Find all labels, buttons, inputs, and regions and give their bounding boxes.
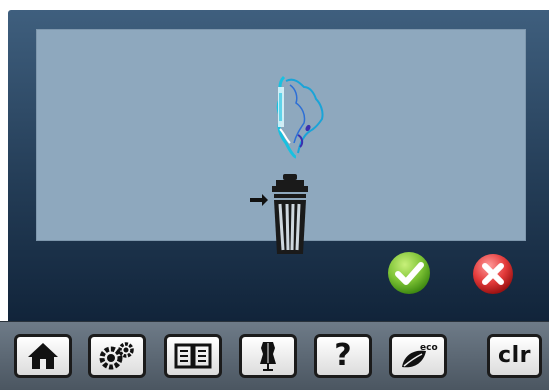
eco-button[interactable]: eco <box>389 334 447 378</box>
eco-leaf-icon: eco <box>402 343 438 368</box>
checkmark-icon <box>388 252 430 294</box>
dress-form-icon <box>260 342 276 371</box>
home-icon <box>28 343 58 369</box>
tutorial-book-icon <box>174 343 212 369</box>
embroidery-motif-icon <box>276 75 324 159</box>
creative-consultant-button[interactable] <box>239 334 297 378</box>
help-icon: ? <box>334 338 352 373</box>
confirm-button[interactable] <box>386 250 432 296</box>
clear-icon: clr <box>498 343 531 368</box>
settings-gears-icon <box>99 342 134 370</box>
eco-label: eco <box>420 343 438 353</box>
delete-illustration <box>250 174 308 254</box>
delete-confirm-dialog <box>36 29 526 254</box>
tutorial-button[interactable] <box>164 334 222 378</box>
trash-can-icon <box>272 174 308 254</box>
home-button[interactable] <box>14 334 72 378</box>
clear-button[interactable]: clr <box>487 334 542 378</box>
cancel-button[interactable] <box>471 252 515 296</box>
help-button[interactable]: ? <box>314 334 372 378</box>
settings-button[interactable] <box>88 334 146 378</box>
arrow-right-icon <box>250 194 268 206</box>
machine-screen: ? eco clr <box>0 0 549 390</box>
close-x-icon <box>473 254 513 294</box>
